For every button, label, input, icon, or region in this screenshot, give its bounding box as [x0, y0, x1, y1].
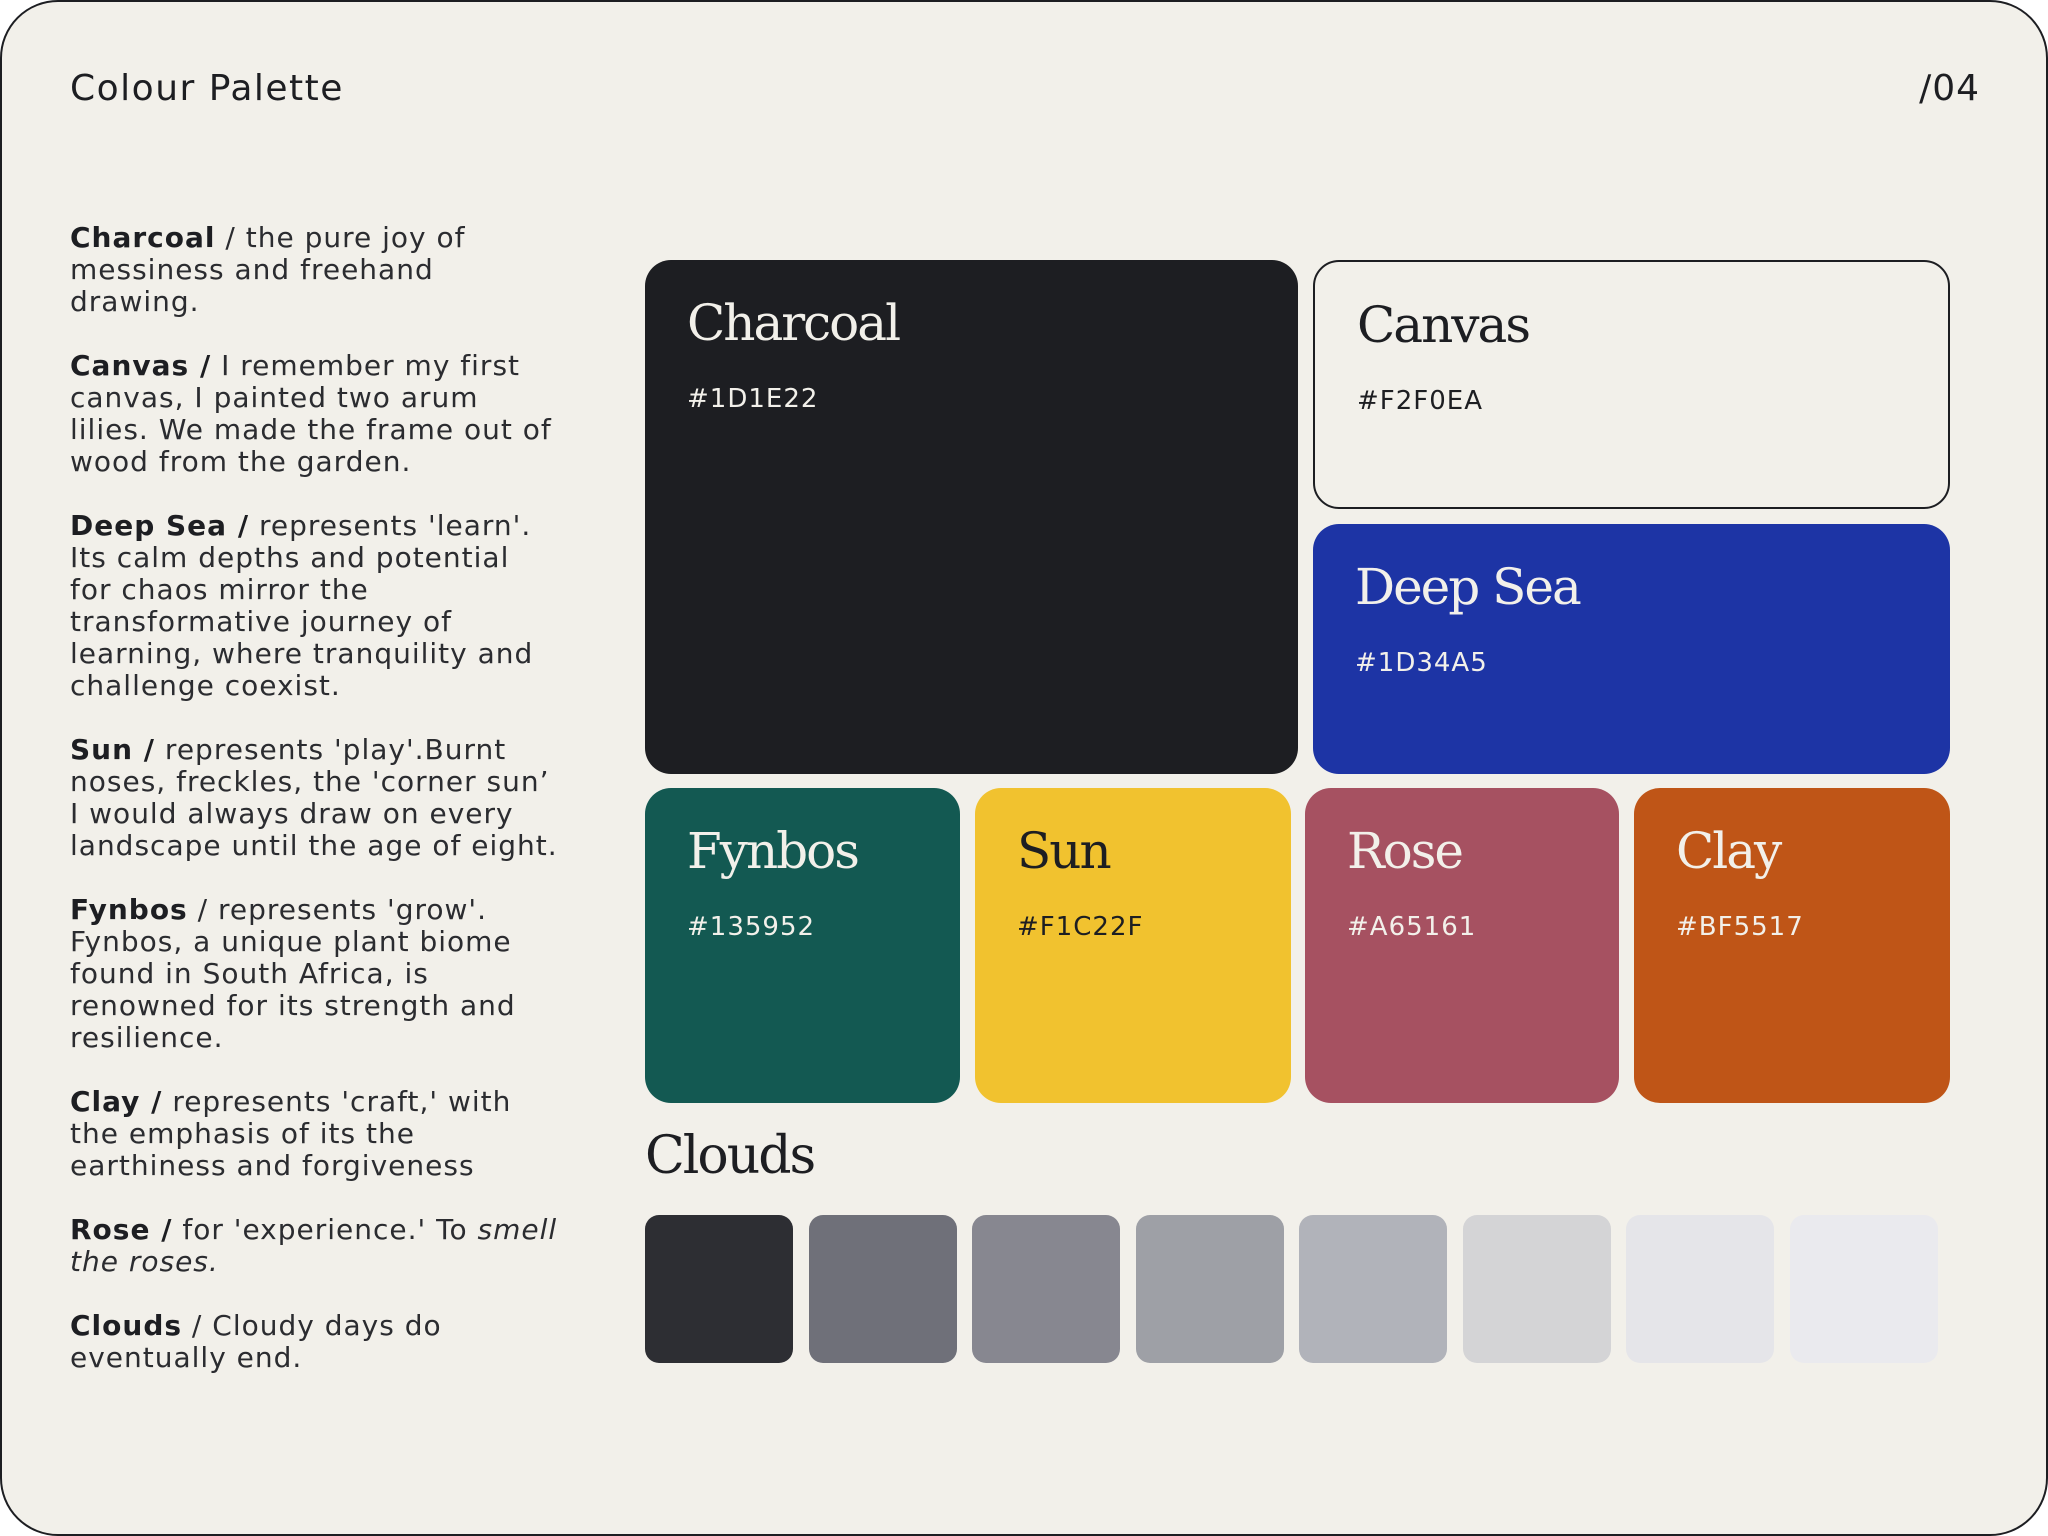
- description-charcoal: Charcoal / the pure joy of messiness and…: [70, 221, 466, 318]
- palette-slide: Colour Palette /04 Charcoal / the pure j…: [0, 0, 2048, 1536]
- cloud-swatch-5: [1299, 1215, 1447, 1363]
- description-clouds: Clouds / Cloudy days do eventually end.: [70, 1309, 442, 1374]
- swatch-charcoal: Charcoal #1D1E22: [645, 260, 1298, 774]
- cloud-swatch-6: [1463, 1215, 1611, 1363]
- swatch-fynbos: Fynbos #135952: [645, 788, 960, 1103]
- swatch-name: Rose: [1347, 822, 1464, 880]
- page-title: Colour Palette: [70, 68, 344, 109]
- description-canvas: Canvas / I remember my first canvas, I p…: [70, 349, 552, 478]
- clouds-heading: Clouds: [645, 1126, 816, 1186]
- swatch-hex: #135952: [687, 912, 816, 942]
- swatch-name: Fynbos: [687, 822, 860, 880]
- swatch-hex: #F2F0EA: [1357, 386, 1483, 416]
- swatch-name: Charcoal: [687, 294, 901, 352]
- swatch-name: Deep Sea: [1355, 558, 1582, 616]
- cloud-swatch-7: [1626, 1215, 1774, 1363]
- swatch-hex: #BF5517: [1676, 912, 1804, 942]
- swatch-sun: Sun #F1C22F: [975, 788, 1291, 1103]
- swatch-name: Clay: [1676, 822, 1782, 880]
- cloud-swatch-1: [645, 1215, 793, 1363]
- swatch-deep-sea: Deep Sea #1D34A5: [1313, 524, 1950, 774]
- description-fynbos: Fynbos / represents 'grow'. Fynbos, a un…: [70, 893, 516, 1054]
- swatch-hex: #1D34A5: [1355, 648, 1488, 678]
- swatch-hex: #F1C22F: [1017, 912, 1144, 942]
- swatch-canvas: Canvas #F2F0EA: [1313, 260, 1950, 509]
- swatch-hex: #1D1E22: [687, 384, 819, 414]
- cloud-swatch-3: [972, 1215, 1120, 1363]
- description-rose: Rose / for 'experience.' To smell the ro…: [70, 1213, 558, 1278]
- description-clay: Clay / represents 'craft,' with the emph…: [70, 1085, 512, 1182]
- swatch-name: Sun: [1017, 822, 1112, 880]
- swatch-clay: Clay #BF5517: [1634, 788, 1950, 1103]
- cloud-swatch-4: [1136, 1215, 1284, 1363]
- swatch-rose: Rose #A65161: [1305, 788, 1619, 1103]
- page-number: /04: [1919, 68, 1980, 109]
- colour-descriptions: Charcoal / the pure joy of messiness and…: [70, 222, 560, 1406]
- description-sun: Sun / represents 'play'.Burnt noses, fre…: [70, 733, 558, 862]
- cloud-swatch-2: [809, 1215, 957, 1363]
- swatch-hex: #A65161: [1347, 912, 1477, 942]
- swatch-name: Canvas: [1357, 296, 1531, 354]
- description-deep-sea: Deep Sea / represents 'learn'. Its calm …: [70, 509, 534, 702]
- cloud-swatch-8: [1790, 1215, 1938, 1363]
